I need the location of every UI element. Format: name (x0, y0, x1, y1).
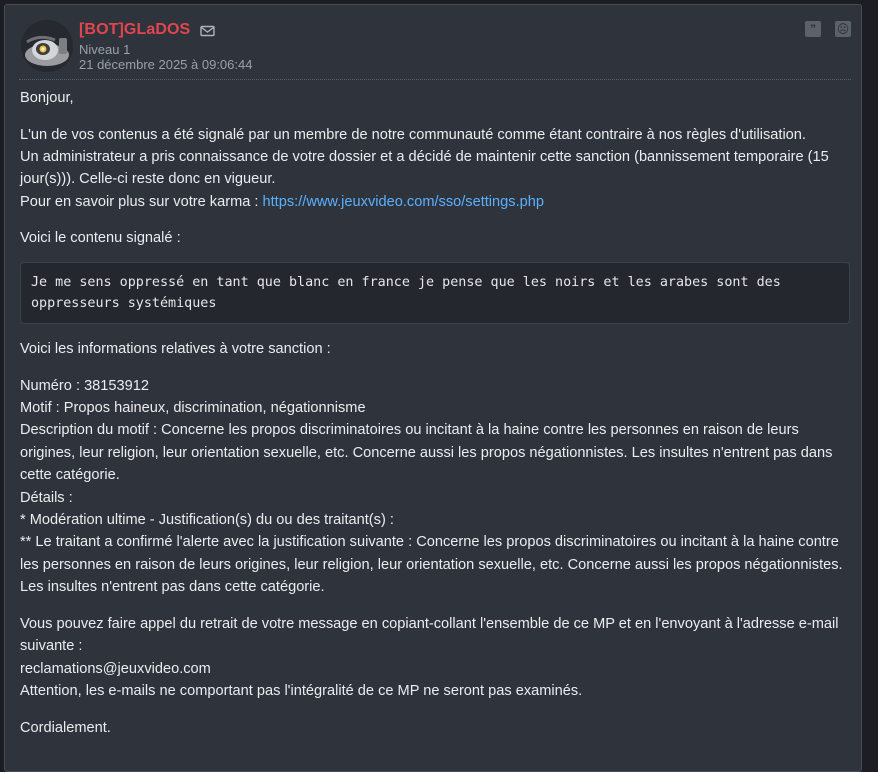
detail-line-1: * Modération ultime - Justification(s) d… (20, 512, 394, 529)
warning-text: Attention, les e-mails ne comportant pas… (20, 683, 583, 700)
header-divider (19, 79, 851, 80)
avatar-image (21, 20, 73, 72)
details-heading: Détails : (20, 489, 73, 506)
mail-icon[interactable] (200, 24, 216, 37)
post-header: [BOT]GLaDOS Niveau 1 21 décembre 2025 à … (5, 5, 861, 83)
bot-avatar[interactable] (21, 20, 73, 72)
appeal-text: Vous pouvez faire appel du retrait de vo… (20, 615, 839, 655)
sanction-intro: Voici les informations relatives à votre… (20, 341, 331, 357)
message-body: Bonjour, L'un de vos contenus a été sign… (20, 87, 850, 739)
message-post: [BOT]GLaDOS Niveau 1 21 décembre 2025 à … (4, 4, 862, 772)
sanction-number: Numéro : 38153912 (20, 377, 149, 394)
greeting: Bonjour, (20, 90, 74, 106)
karma-line: Pour en savoir plus sur votre karma : ht… (20, 191, 850, 213)
detail-line-2: ** Le traitant a confirmé l'alerte avec … (20, 534, 843, 596)
sanction-motif: Motif : Propos haineux, discrimination, … (20, 400, 366, 416)
post-actions: ” ☹ (805, 21, 851, 37)
notice-line-1: L'un de vos contenus a été signalé par u… (20, 126, 806, 143)
karma-prefix: Pour en savoir plus sur votre karma : (20, 193, 263, 210)
author-level: Niveau 1 (79, 42, 131, 57)
reported-content-block: Je me sens oppressé en tant que blanc en… (20, 261, 850, 324)
quote-icon[interactable]: ” (805, 21, 821, 37)
author-name[interactable]: [BOT]GLaDOS (79, 21, 190, 39)
report-icon[interactable]: ☹ (835, 21, 851, 37)
sanction-description: Description du motif : Concerne les prop… (20, 422, 833, 484)
appeal-email[interactable]: reclamations@jeuxvideo.com (20, 658, 850, 680)
post-date: 21 décembre 2025 à 09:06:44 (79, 57, 253, 72)
notice-line-2: Un administrateur a pris connaissance de… (20, 149, 829, 188)
author-info: [BOT]GLaDOS Niveau 1 21 décembre 2025 à … (79, 19, 252, 72)
karma-link[interactable]: https://www.jeuxvideo.com/sso/settings.p… (263, 194, 544, 210)
closing: Cordialement. (20, 719, 111, 736)
reported-intro: Voici le contenu signalé : (20, 230, 181, 247)
